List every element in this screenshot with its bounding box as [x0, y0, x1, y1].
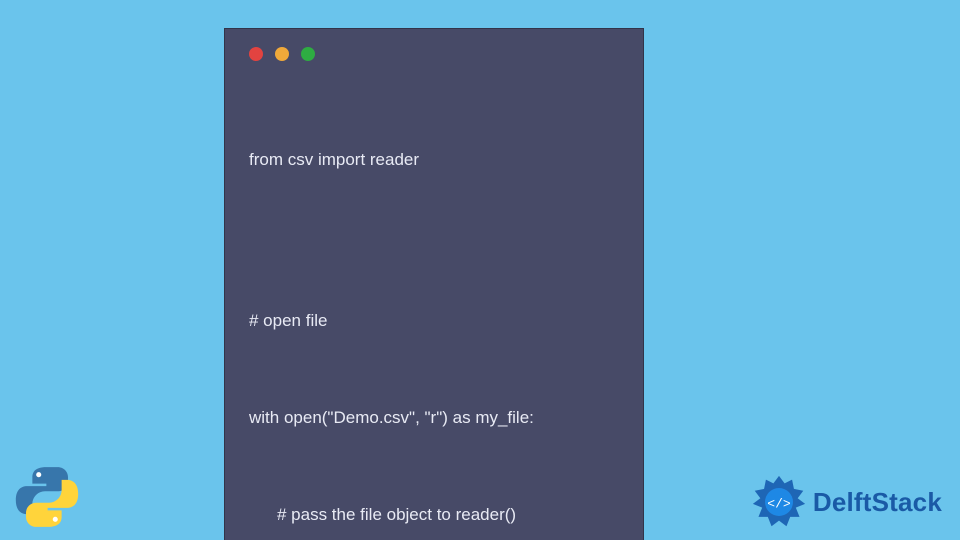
- code-window: from csv import reader # open file with …: [224, 28, 644, 540]
- delftstack-branding: </> DelftStack: [751, 474, 942, 530]
- python-logo-icon: [12, 462, 82, 532]
- code-line: from csv import reader: [249, 144, 619, 176]
- minimize-icon: [275, 47, 289, 61]
- code-block: from csv import reader # open file with …: [249, 79, 619, 540]
- code-line: with open("Demo.csv", "r") as my_file:: [249, 402, 619, 434]
- close-icon: [249, 47, 263, 61]
- site-name: DelftStack: [813, 487, 942, 518]
- delftstack-badge-icon: </>: [751, 474, 807, 530]
- code-line: # pass the file object to reader(): [249, 499, 619, 531]
- code-line: # open file: [249, 305, 619, 337]
- svg-text:</>: </>: [767, 497, 791, 512]
- window-traffic-lights: [249, 47, 619, 61]
- maximize-icon: [301, 47, 315, 61]
